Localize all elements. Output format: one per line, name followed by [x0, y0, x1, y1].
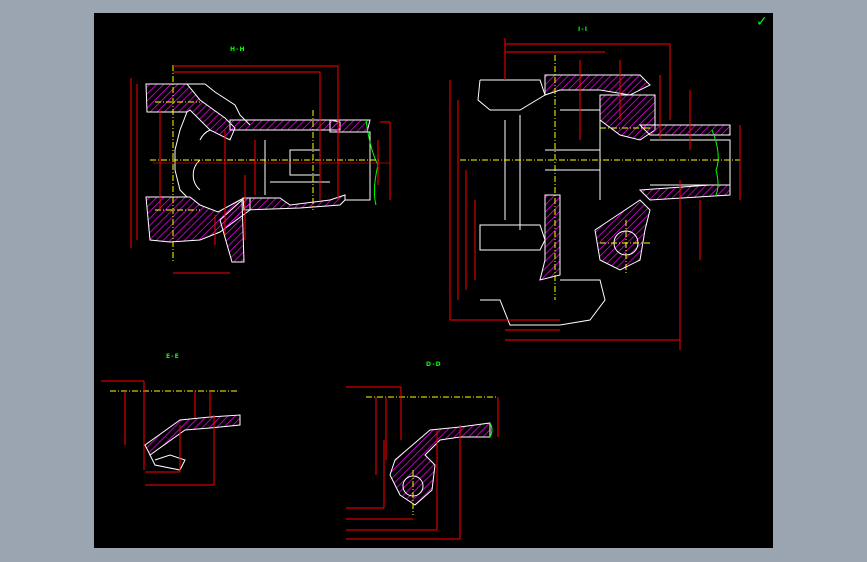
section-view-4	[346, 386, 499, 540]
checkmark-icon: ✓	[756, 14, 768, 30]
view-label-3: E-E	[166, 353, 180, 360]
section-view-1	[130, 65, 391, 274]
cad-drawing	[101, 38, 741, 540]
view-label-1: H-H	[230, 46, 246, 53]
view-label-4: D-D	[426, 361, 442, 368]
section-view-2	[449, 38, 741, 350]
cad-drawing-canvas[interactable]: H-H I-I E-E D-D	[94, 13, 773, 548]
view-label-2: I-I	[578, 26, 588, 33]
section-view-3	[101, 380, 241, 486]
